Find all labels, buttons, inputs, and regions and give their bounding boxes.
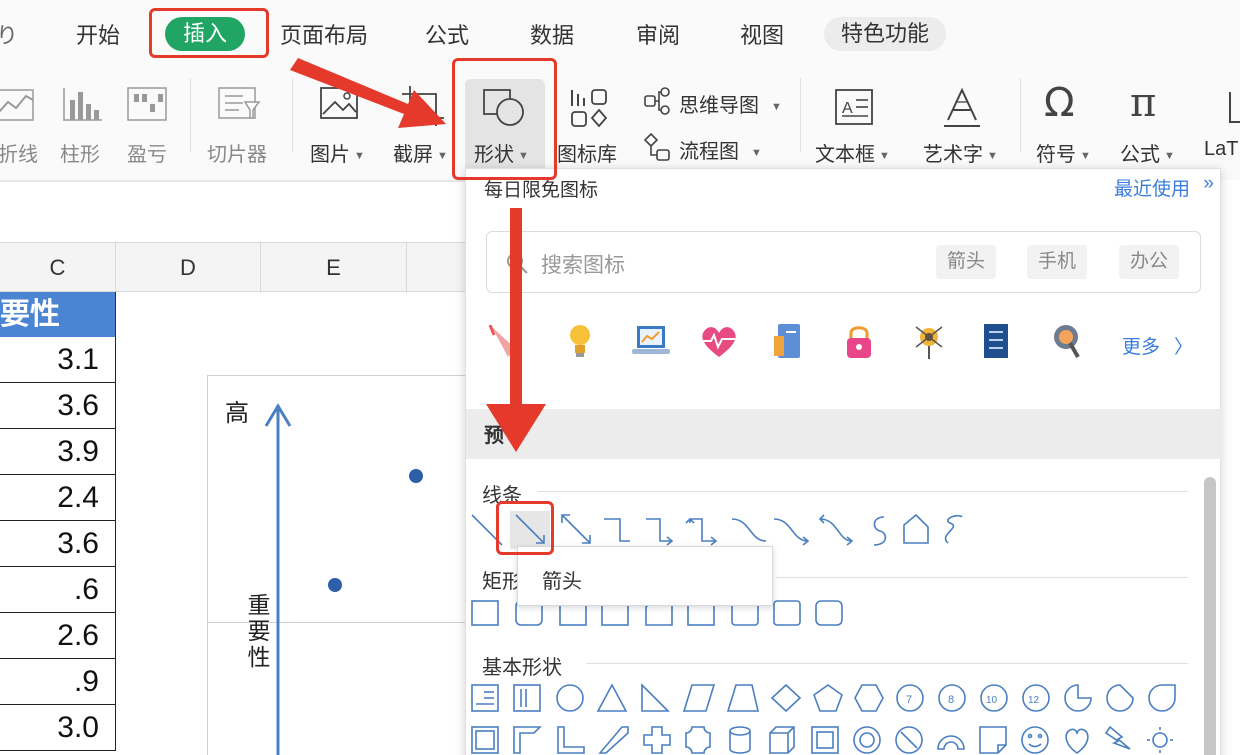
annotation-arrow-vertical (486, 208, 546, 452)
annotation-arrow-diagonal (290, 58, 446, 128)
annotation-arrows (290, 58, 546, 452)
